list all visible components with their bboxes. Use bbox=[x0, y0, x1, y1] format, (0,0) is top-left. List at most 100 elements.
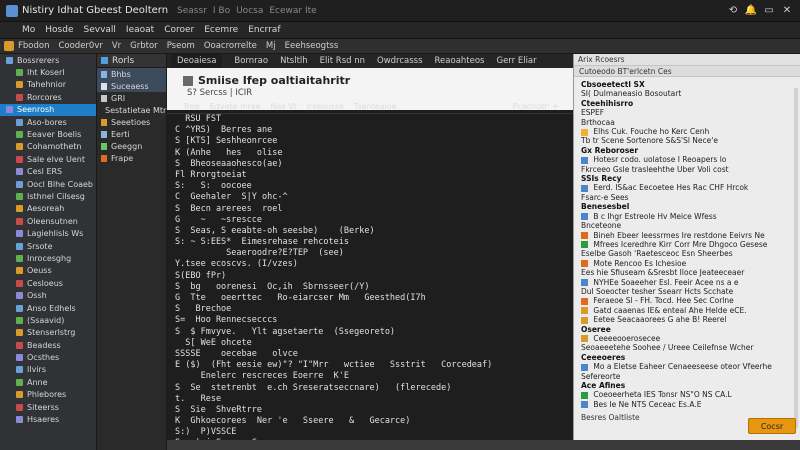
sidebar-item[interactable]: Anne bbox=[0, 376, 96, 388]
toolbar-item[interactable]: Ooacrorrelte bbox=[204, 41, 257, 51]
sidebar-item[interactable]: Eeaver Boelis bbox=[0, 128, 96, 140]
document-tab[interactable]: Edvete Inree bbox=[210, 102, 261, 111]
folder-icon[interactable] bbox=[4, 41, 14, 51]
title-item[interactable]: I Bo bbox=[213, 6, 230, 16]
code-view[interactable]: RSU FST C ^YRS) Berres ane S [KTS] Seshheo… bbox=[175, 114, 565, 450]
document-tab[interactable]: Irsesusse bbox=[307, 102, 344, 111]
sidebar-item[interactable]: Srsote bbox=[0, 240, 96, 252]
status-icon bbox=[581, 316, 588, 324]
menu-item[interactable]: Sevvall bbox=[84, 25, 116, 35]
sidebar-item[interactable]: Oleensutnen bbox=[0, 215, 96, 227]
tree-item[interactable]: Geeggn bbox=[97, 140, 166, 152]
menu-item[interactable]: Coroer bbox=[164, 25, 194, 35]
tree-item-label: GRI bbox=[111, 93, 126, 103]
sidebar-item-label: (Ssaavid) bbox=[27, 315, 65, 325]
notification-icon[interactable]: 🔔 bbox=[744, 4, 758, 18]
tree-item[interactable]: Suceaess bbox=[97, 80, 166, 92]
editor-tab[interactable]: Owdrcasss bbox=[377, 56, 423, 66]
sidebar-item[interactable]: Ilvirs bbox=[0, 364, 96, 376]
panel-line: Cbsoeetectl SX bbox=[581, 80, 792, 89]
toolbar-item[interactable]: Grbtor bbox=[130, 41, 158, 51]
tree-header[interactable]: Rorls bbox=[97, 54, 166, 68]
code-line: S(EBO fPr) bbox=[175, 270, 227, 281]
sidebar-item[interactable]: Aesoreah bbox=[0, 203, 96, 215]
menu-item[interactable]: Ecemre bbox=[204, 25, 238, 35]
sidebar-item[interactable]: Ossh bbox=[0, 289, 96, 301]
panel-toolbar[interactable]: Cutoeodo BT'erlcetn Ces bbox=[574, 66, 800, 77]
status-icon bbox=[581, 401, 588, 409]
editor-tab[interactable]: Ntsltlh bbox=[280, 56, 308, 66]
sidebar-item[interactable]: Iht Koserl bbox=[0, 66, 96, 78]
tree-item[interactable]: Frape bbox=[97, 152, 166, 164]
menu-item[interactable]: Encrraf bbox=[248, 25, 280, 35]
sidebar-item[interactable]: Aso-bores bbox=[0, 116, 96, 128]
panel-line: Hotesr codo. uolatose I Reoapers lo bbox=[581, 155, 792, 164]
document-tab[interactable]: Nes Vt bbox=[270, 102, 296, 111]
sidebar-item[interactable]: Seenrosh bbox=[0, 103, 96, 116]
sidebar-item[interactable]: Isthnel Cilsesg bbox=[0, 190, 96, 202]
sidebar-item[interactable]: Cohamothetn bbox=[0, 141, 96, 153]
document-tab[interactable]: Tsentealoe bbox=[354, 102, 397, 111]
tree-item[interactable]: Seeetioes bbox=[97, 116, 166, 128]
panel-line-text: Cbsoeetectl SX bbox=[581, 80, 645, 89]
editor-tab[interactable]: Reaoahteos bbox=[435, 56, 485, 66]
sidebar-item[interactable]: Hsaeres bbox=[0, 413, 96, 425]
close-button[interactable]: Cocsr bbox=[748, 418, 796, 434]
sidebar-item[interactable]: Cesl ERS bbox=[0, 166, 96, 178]
sidebar-item[interactable]: Bossrerers bbox=[0, 54, 96, 66]
toolbar-item[interactable]: Cooder0vr bbox=[58, 41, 102, 51]
sidebar-item[interactable]: Phlebores bbox=[0, 389, 96, 401]
sidebar-item[interactable]: Lagiehlisls Ws bbox=[0, 227, 96, 239]
sidebar-item[interactable]: Rorcores bbox=[0, 91, 96, 103]
title-item[interactable]: Seassr bbox=[177, 6, 207, 16]
title-item[interactable]: Uocsa bbox=[236, 6, 263, 16]
status-bar bbox=[167, 440, 800, 450]
code-line: S[ WeE ohcete bbox=[175, 337, 252, 348]
tree-item[interactable]: GRI bbox=[97, 92, 166, 104]
sidebar-item-label: Isthnel Cilsesg bbox=[27, 191, 85, 201]
sidebar-item[interactable]: Siteerss bbox=[0, 401, 96, 413]
sidebar-item[interactable]: Inrocesghg bbox=[0, 252, 96, 264]
toolbar-item[interactable]: Vr bbox=[112, 41, 121, 51]
tree-item[interactable]: Bhbs bbox=[97, 68, 166, 80]
sidebar-item[interactable]: Beadess bbox=[0, 339, 96, 351]
close-icon[interactable]: ✕ bbox=[780, 4, 794, 18]
file-tree-panel: Rorls Bhbs Suceaess GRI Sestatietae Mtr Seee… bbox=[97, 54, 167, 450]
panel-line: Gx Reboroser bbox=[581, 146, 792, 155]
panel-line: Bineh Ebeer leessrmes Ire restdone Eeivr… bbox=[581, 231, 792, 240]
document-tabs: Tree Edvete Inree Nes Vt Irsesusse Tsentealo… bbox=[167, 100, 573, 114]
panel-line-text: NYHEe Soaeeher Esl. Feeir Acee ns a e bbox=[591, 277, 739, 287]
sidebar-item[interactable]: Cesloeus bbox=[0, 277, 96, 289]
editor-tab[interactable]: Gerr Eliar bbox=[496, 56, 536, 66]
toolbar-item[interactable]: Eeehseogtss bbox=[285, 41, 339, 51]
menu-item[interactable]: Hosde bbox=[45, 25, 73, 35]
scrollbar[interactable] bbox=[794, 88, 798, 428]
sidebar-item[interactable]: Stenserlstrg bbox=[0, 327, 96, 339]
maximize-icon[interactable]: ▭ bbox=[762, 4, 776, 18]
document-tab-add[interactable]: Pcachotr' + bbox=[513, 102, 559, 111]
editor-tab[interactable]: Bornrao bbox=[234, 56, 268, 66]
sidebar-item[interactable]: Oeuss bbox=[0, 265, 96, 277]
panel-line: Dul Soeocter tesher Ssearr Hcts Scchate bbox=[581, 287, 792, 296]
status-icon bbox=[581, 297, 588, 305]
document-tab[interactable]: Tree bbox=[183, 102, 200, 111]
toolbar-item[interactable]: Fbodon bbox=[18, 41, 49, 51]
toolbar-item[interactable]: Pseom bbox=[167, 41, 195, 51]
sidebar-item[interactable]: Ocsthes bbox=[0, 351, 96, 363]
editor-tab[interactable]: Deoaiesa bbox=[171, 54, 223, 68]
toolbar-item[interactable]: Mj bbox=[266, 41, 276, 51]
sidebar-item[interactable]: Oocl Blhe Coaeb bbox=[0, 178, 96, 190]
panel-line-text: Ees hie Sfiuseam &Sresbt Iloce Jeateecea… bbox=[581, 268, 745, 278]
sidebar-item[interactable]: Anso Edhels bbox=[0, 302, 96, 314]
sidebar-item[interactable]: (Ssaavid) bbox=[0, 314, 96, 326]
sidebar-item[interactable]: Tahehnior bbox=[0, 79, 96, 91]
editor-tab[interactable]: Elit Rsd nn bbox=[320, 56, 365, 66]
menu-item[interactable]: Ieaoat bbox=[126, 25, 154, 35]
tree-item[interactable]: Sestatietae Mtr bbox=[97, 104, 166, 116]
status-icon bbox=[581, 391, 588, 399]
menu-item[interactable]: Mo bbox=[22, 25, 35, 35]
sidebar-item[interactable]: Sale elve Uent bbox=[0, 153, 96, 165]
tree-item[interactable]: Eerti bbox=[97, 128, 166, 140]
title-item[interactable]: Ecewar Ite bbox=[269, 6, 316, 16]
refresh-icon[interactable]: ⟲ bbox=[726, 4, 740, 18]
